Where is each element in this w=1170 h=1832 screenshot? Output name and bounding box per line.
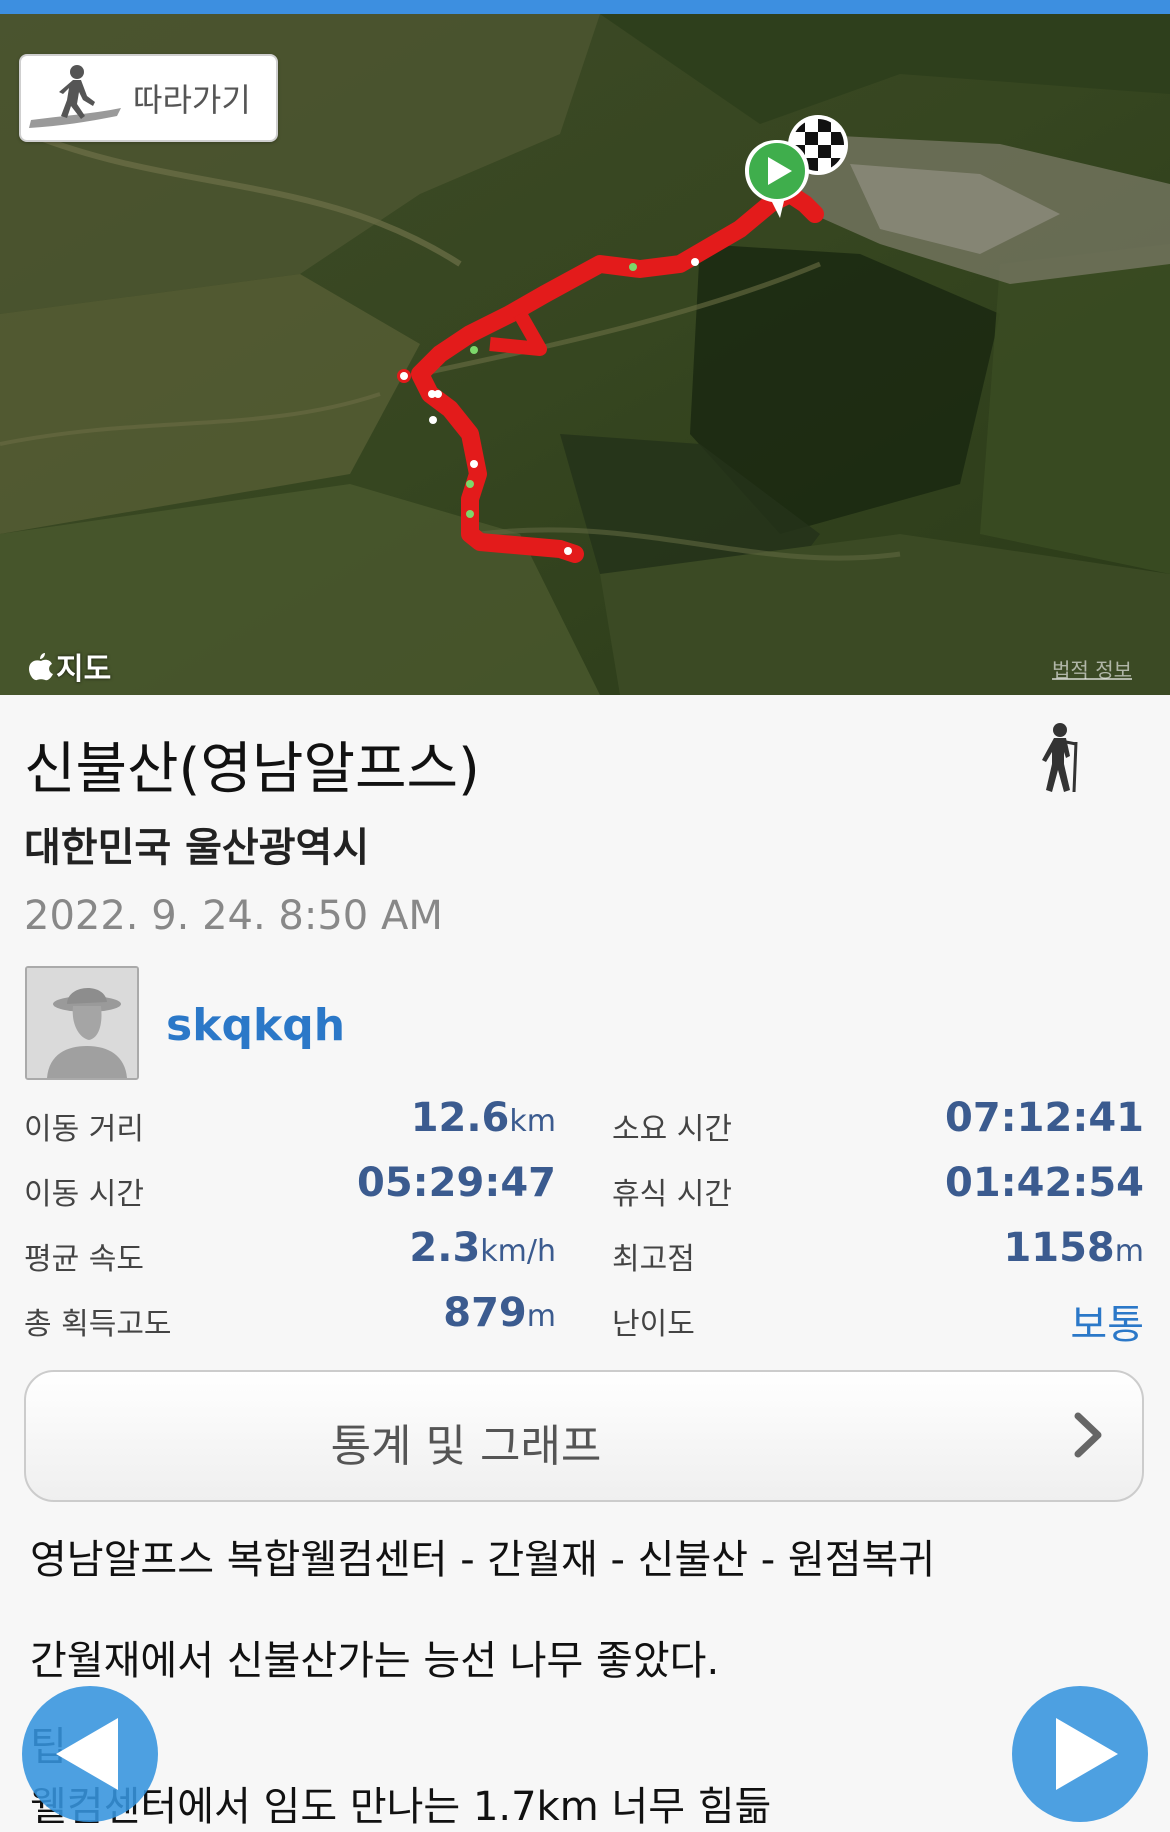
stat-label-distance: 이동 거리 [24,1112,144,1147]
previous-button[interactable] [22,1686,158,1822]
map-attribution-label: 지도 [56,652,112,687]
stat-value-max-elevation: 1158m [1003,1225,1144,1271]
follow-button-label: 따라가기 [133,81,251,119]
stat-value-distance: 12.6km [410,1095,556,1141]
stat-value-avg-speed: 2.3km/h [409,1225,556,1271]
follow-button[interactable]: 따라가기 [19,54,278,142]
next-button[interactable] [1012,1686,1148,1822]
stat-label-max-elevation: 최고점 [612,1242,695,1277]
stats-and-graph-label: 통계 및 그래프 [330,1421,602,1472]
top-status-bar [0,0,1170,14]
trip-region: 대한민국 울산광역시 [24,825,370,871]
hiker-icon [1042,723,1078,793]
stat-label-difficulty: 난이도 [612,1307,695,1342]
stat-value-elevation-gain: 879m [443,1290,556,1336]
avatar[interactable] [25,966,139,1080]
left-arrow-icon [56,1718,118,1790]
apple-logo-icon [29,653,53,681]
default-avatar-icon [27,968,137,1078]
map-attribution: 지도 [28,644,111,688]
username-link[interactable]: skqkqh [166,1000,345,1051]
stat-label-moving-time: 이동 시간 [24,1177,144,1212]
stat-value-difficulty: 보통 [1070,1302,1144,1348]
walker-icon [29,65,121,128]
legal-link[interactable]: 법적 정보 [1052,654,1132,683]
play-marker-icon[interactable] [742,138,812,220]
stat-value-moving-time: 05:29:47 [357,1160,556,1206]
trip-title: 신불산(영남알프스) [24,737,480,802]
stat-label-rest-time: 휴식 시간 [612,1177,732,1212]
stat-value-total-time: 07:12:41 [945,1095,1144,1141]
stat-label-avg-speed: 평균 속도 [24,1242,144,1277]
trip-date: 2022. 9. 24. 8:50 AM [24,893,443,939]
map-view[interactable]: 따라가기 지도 법적 정보 [0,14,1170,695]
description-route: 영남알프스 복합웰컴센터 - 간월재 - 신불산 - 원점복귀 [30,1537,936,1583]
right-arrow-icon [1056,1718,1118,1790]
description-comment: 간월재에서 신불산가는 능선 나무 좋았다. [30,1638,720,1684]
stat-value-rest-time: 01:42:54 [945,1160,1144,1206]
chevron-right-icon [1074,1412,1102,1458]
stat-label-elevation-gain: 총 획득고도 [24,1307,172,1342]
stat-label-total-time: 소요 시간 [612,1112,732,1147]
stats-and-graph-button[interactable]: 통계 및 그래프 [24,1370,1144,1502]
